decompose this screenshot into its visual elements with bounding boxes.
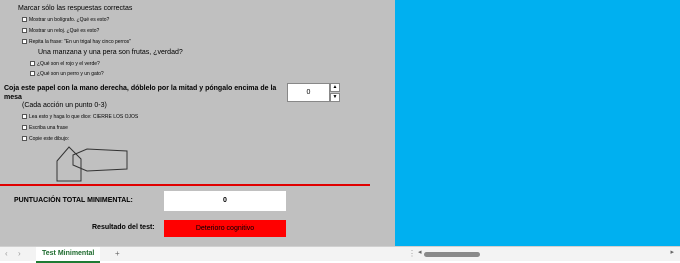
apple-header: Una manzana y una pera son frutas, ¿verd… [38,49,183,56]
checkbox-rojo-verde[interactable] [30,61,35,66]
result-label: Resultado del test: [92,224,155,231]
label-reloj: Mostrar un reloj. ¿Qué es esto? [29,28,100,34]
scroll-right-icon[interactable]: ▸ [670,248,674,256]
add-sheet-icon[interactable]: + [115,248,120,260]
stepper-up-icon[interactable]: ▲ [330,83,340,92]
sheet-tab-bar: ‹ › Test Minimental + ⋮ ◂ ▸ [0,246,680,263]
worksheet-area: Marcar sólo las respuestas correctas Mos… [0,0,395,246]
each-action-note: (Cada acción un punto 0-3) [22,102,107,109]
checkbox-reloj[interactable] [22,28,27,33]
questions-header: Marcar sólo las respuestas correctas [18,5,133,12]
label-boligrafo: Mostrar un bolígrafo. ¿Qué es esto? [29,17,110,23]
prev-sheet-icon[interactable]: ‹ [5,248,8,260]
stepper-down-icon[interactable]: ▼ [330,93,340,102]
divider-line [0,184,370,186]
label-copie-dibujo: Copie este dibujo: [29,136,70,142]
scrollbar-thumb[interactable] [424,252,480,257]
label-escriba-frase: Escriba una frase [29,125,68,131]
label-frase: Repita la frase: "En un trigal hay cinco… [29,39,131,45]
paper-score-stepper[interactable]: 0 ▲ ▼ [287,83,340,102]
checkbox-cierre-ojos[interactable] [22,114,27,119]
checkbox-frase[interactable] [22,39,27,44]
tab-options-icon[interactable]: ⋮ [408,248,416,260]
score-label: PUNTUACIÓN TOTAL MINIMENTAL: [14,197,133,204]
scroll-left-icon[interactable]: ◂ [418,248,422,256]
label-perro-gato: ¿Qué son un perro y un gato? [37,71,104,77]
pentagon-left [56,146,82,182]
label-cierre-ojos: Lea esto y haga lo que dice: CIERRE LOS … [29,114,139,120]
paper-instruction: Coja este papel con la mano derecha, dób… [4,85,277,101]
blue-panel [395,0,680,246]
next-sheet-icon[interactable]: › [18,248,21,260]
stepper-value[interactable]: 0 [287,83,330,102]
label-rojo-verde: ¿Qué son el rojo y el verde? [37,61,100,67]
pentagon-drawing [56,146,128,182]
result-value: Deterioro cognitivo [164,220,286,237]
checkbox-perro-gato[interactable] [30,71,35,76]
checkbox-escriba-frase[interactable] [22,125,27,130]
checkbox-boligrafo[interactable] [22,17,27,22]
checkbox-copie-dibujo[interactable] [22,136,27,141]
horizontal-scrollbar[interactable]: ◂ ▸ [418,248,674,258]
score-value: 0 [164,191,286,211]
